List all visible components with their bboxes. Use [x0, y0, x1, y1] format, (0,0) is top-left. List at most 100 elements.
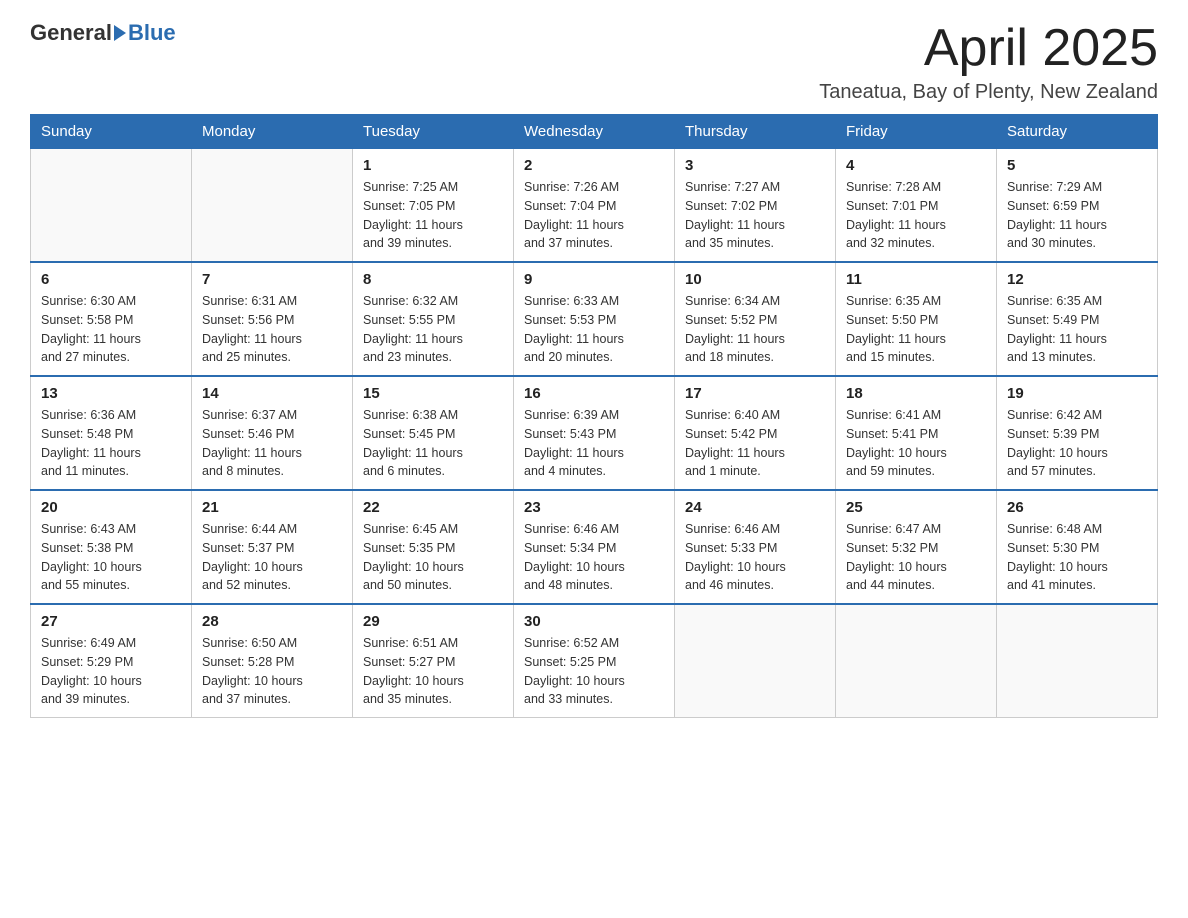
day-info: Sunrise: 7:28 AM Sunset: 7:01 PM Dayligh… — [846, 178, 986, 253]
calendar-cell: 25Sunrise: 6:47 AM Sunset: 5:32 PM Dayli… — [836, 490, 997, 604]
calendar-cell: 3Sunrise: 7:27 AM Sunset: 7:02 PM Daylig… — [675, 149, 836, 263]
header-saturday: Saturday — [997, 115, 1158, 149]
day-info: Sunrise: 7:26 AM Sunset: 7:04 PM Dayligh… — [524, 178, 664, 253]
day-number: 12 — [1007, 271, 1147, 288]
day-info: Sunrise: 6:49 AM Sunset: 5:29 PM Dayligh… — [41, 634, 181, 709]
day-number: 13 — [41, 385, 181, 402]
title-section: April 2025 Taneatua, Bay of Plenty, New … — [819, 20, 1158, 104]
day-number: 25 — [846, 499, 986, 516]
day-info: Sunrise: 6:30 AM Sunset: 5:58 PM Dayligh… — [41, 292, 181, 367]
day-info: Sunrise: 6:45 AM Sunset: 5:35 PM Dayligh… — [363, 520, 503, 595]
day-info: Sunrise: 6:35 AM Sunset: 5:50 PM Dayligh… — [846, 292, 986, 367]
day-number: 22 — [363, 499, 503, 516]
day-number: 28 — [202, 613, 342, 630]
day-number: 17 — [685, 385, 825, 402]
day-info: Sunrise: 6:34 AM Sunset: 5:52 PM Dayligh… — [685, 292, 825, 367]
day-number: 11 — [846, 271, 986, 288]
calendar-cell: 7 Sunrise: 6:31 AM Sunset: 5:56 PM Daylig… — [192, 262, 353, 376]
day-info: Sunrise: 7:29 AM Sunset: 6:59 PM Dayligh… — [1007, 178, 1147, 253]
day-info: Sunrise: 6:48 AM Sunset: 5:30 PM Dayligh… — [1007, 520, 1147, 595]
calendar-cell: 30 Sunrise: 6:52 AM Sunset: 5:25 PM Dayli… — [514, 604, 675, 718]
calendar-cell: 5 Sunrise: 7:29 AM Sunset: 6:59 PM Daylig… — [997, 149, 1158, 263]
calendar-cell: 10 Sunrise: 6:34 AM Sunset: 5:52 PM Dayli… — [675, 262, 836, 376]
day-info: Sunrise: 6:39 AM Sunset: 5:43 PM Dayligh… — [524, 406, 664, 481]
header-monday: Monday — [192, 115, 353, 149]
calendar-cell: 13Sunrise: 6:36 AM Sunset: 5:48 PM Dayli… — [31, 376, 192, 490]
calendar-cell: 27 Sunrise: 6:49 AM Sunset: 5:29 PM Dayli… — [31, 604, 192, 718]
day-number: 10 — [685, 271, 825, 288]
day-number: 23 — [524, 499, 664, 516]
page-header: General Blue April 2025 Taneatua, Bay of… — [30, 20, 1158, 104]
calendar-cell: 11 Sunrise: 6:35 AM Sunset: 5:50 PM Dayli… — [836, 262, 997, 376]
location-title: Taneatua, Bay of Plenty, New Zealand — [819, 81, 1158, 104]
day-number: 15 — [363, 385, 503, 402]
calendar-cell: 16 Sunrise: 6:39 AM Sunset: 5:43 PM Dayli… — [514, 376, 675, 490]
calendar-cell: 23 Sunrise: 6:46 AM Sunset: 5:34 PM Dayli… — [514, 490, 675, 604]
header-sunday: Sunday — [31, 115, 192, 149]
day-info: Sunrise: 6:46 AM Sunset: 5:33 PM Dayligh… — [685, 520, 825, 595]
calendar-cell: 22 Sunrise: 6:45 AM Sunset: 5:35 PM Dayli… — [353, 490, 514, 604]
calendar-cell: 2 Sunrise: 7:26 AM Sunset: 7:04 PM Daylig… — [514, 149, 675, 263]
calendar-cell: 21 Sunrise: 6:44 AM Sunset: 5:37 PM Dayli… — [192, 490, 353, 604]
calendar-cell — [192, 149, 353, 263]
logo-blue: Blue — [128, 20, 176, 46]
calendar-cell: 28Sunrise: 6:50 AM Sunset: 5:28 PM Dayli… — [192, 604, 353, 718]
day-number: 7 — [202, 271, 342, 288]
day-info: Sunrise: 6:42 AM Sunset: 5:39 PM Dayligh… — [1007, 406, 1147, 481]
calendar-cell — [31, 149, 192, 263]
month-title: April 2025 — [819, 20, 1158, 77]
calendar-header-row: SundayMondayTuesdayWednesdayThursdayFrid… — [31, 115, 1158, 149]
day-info: Sunrise: 6:35 AM Sunset: 5:49 PM Dayligh… — [1007, 292, 1147, 367]
calendar-cell: 14 Sunrise: 6:37 AM Sunset: 5:46 PM Dayli… — [192, 376, 353, 490]
day-number: 27 — [41, 613, 181, 630]
calendar-week-1: 1Sunrise: 7:25 AM Sunset: 7:05 PM Daylig… — [31, 149, 1158, 263]
day-number: 4 — [846, 157, 986, 174]
header-friday: Friday — [836, 115, 997, 149]
day-info: Sunrise: 6:52 AM Sunset: 5:25 PM Dayligh… — [524, 634, 664, 709]
calendar-table: SundayMondayTuesdayWednesdayThursdayFrid… — [30, 114, 1158, 718]
day-info: Sunrise: 6:46 AM Sunset: 5:34 PM Dayligh… — [524, 520, 664, 595]
calendar-cell: 8Sunrise: 6:32 AM Sunset: 5:55 PM Daylig… — [353, 262, 514, 376]
day-number: 30 — [524, 613, 664, 630]
day-number: 14 — [202, 385, 342, 402]
header-thursday: Thursday — [675, 115, 836, 149]
calendar-cell: 29Sunrise: 6:51 AM Sunset: 5:27 PM Dayli… — [353, 604, 514, 718]
day-number: 16 — [524, 385, 664, 402]
day-number: 8 — [363, 271, 503, 288]
calendar-cell — [997, 604, 1158, 718]
day-number: 6 — [41, 271, 181, 288]
day-info: Sunrise: 6:41 AM Sunset: 5:41 PM Dayligh… — [846, 406, 986, 481]
calendar-cell: 12 Sunrise: 6:35 AM Sunset: 5:49 PM Dayli… — [997, 262, 1158, 376]
day-number: 5 — [1007, 157, 1147, 174]
calendar-cell: 20 Sunrise: 6:43 AM Sunset: 5:38 PM Dayli… — [31, 490, 192, 604]
logo: General Blue — [30, 20, 176, 46]
calendar-cell: 1Sunrise: 7:25 AM Sunset: 7:05 PM Daylig… — [353, 149, 514, 263]
day-info: Sunrise: 6:40 AM Sunset: 5:42 PM Dayligh… — [685, 406, 825, 481]
calendar-cell: 17 Sunrise: 6:40 AM Sunset: 5:42 PM Dayli… — [675, 376, 836, 490]
calendar-week-4: 20 Sunrise: 6:43 AM Sunset: 5:38 PM Dayli… — [31, 490, 1158, 604]
day-number: 21 — [202, 499, 342, 516]
calendar-week-5: 27 Sunrise: 6:49 AM Sunset: 5:29 PM Dayli… — [31, 604, 1158, 718]
day-number: 18 — [846, 385, 986, 402]
calendar-cell: 15 Sunrise: 6:38 AM Sunset: 5:45 PM Dayli… — [353, 376, 514, 490]
calendar-cell: 26 Sunrise: 6:48 AM Sunset: 5:30 PM Dayli… — [997, 490, 1158, 604]
day-number: 9 — [524, 271, 664, 288]
logo-arrow-icon — [114, 25, 126, 41]
day-info: Sunrise: 6:51 AM Sunset: 5:27 PM Dayligh… — [363, 634, 503, 709]
calendar-cell: 24Sunrise: 6:46 AM Sunset: 5:33 PM Dayli… — [675, 490, 836, 604]
calendar-week-3: 13Sunrise: 6:36 AM Sunset: 5:48 PM Dayli… — [31, 376, 1158, 490]
header-tuesday: Tuesday — [353, 115, 514, 149]
day-info: Sunrise: 6:43 AM Sunset: 5:38 PM Dayligh… — [41, 520, 181, 595]
day-info: Sunrise: 6:44 AM Sunset: 5:37 PM Dayligh… — [202, 520, 342, 595]
calendar-cell: 18 Sunrise: 6:41 AM Sunset: 5:41 PM Dayli… — [836, 376, 997, 490]
day-number: 1 — [363, 157, 503, 174]
day-number: 19 — [1007, 385, 1147, 402]
day-info: Sunrise: 6:37 AM Sunset: 5:46 PM Dayligh… — [202, 406, 342, 481]
day-number: 26 — [1007, 499, 1147, 516]
day-number: 20 — [41, 499, 181, 516]
day-info: Sunrise: 6:38 AM Sunset: 5:45 PM Dayligh… — [363, 406, 503, 481]
day-number: 2 — [524, 157, 664, 174]
calendar-cell: 9Sunrise: 6:33 AM Sunset: 5:53 PM Daylig… — [514, 262, 675, 376]
calendar-cell: 6 Sunrise: 6:30 AM Sunset: 5:58 PM Daylig… — [31, 262, 192, 376]
day-info: Sunrise: 6:31 AM Sunset: 5:56 PM Dayligh… — [202, 292, 342, 367]
